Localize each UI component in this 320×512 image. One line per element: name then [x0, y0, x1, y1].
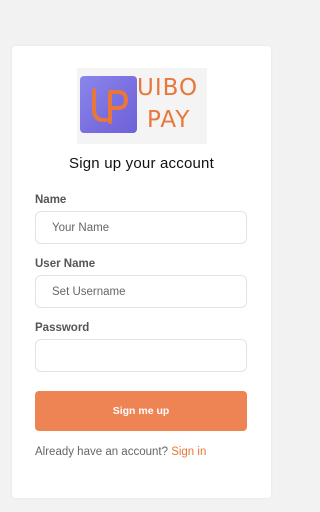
logo-text-pay: PAY — [147, 107, 191, 133]
page-title: Sign up your account — [69, 155, 214, 172]
name-field[interactable] — [35, 211, 247, 244]
sign-me-up-button[interactable]: Sign me up — [35, 391, 247, 431]
signup-card: UIBO PAY Sign up your account Name User … — [12, 46, 271, 498]
username-label: User Name — [35, 258, 96, 270]
signin-prompt: Already have an account? Sign in — [35, 446, 206, 458]
logo-text-uibo: UIBO — [137, 75, 199, 101]
signin-prompt-text: Already have an account? — [35, 446, 168, 458]
name-label: Name — [35, 194, 67, 206]
sign-in-link[interactable]: Sign in — [171, 446, 206, 458]
password-label: Password — [35, 322, 90, 334]
username-field[interactable] — [35, 275, 247, 308]
uibo-pay-logo: UIBO PAY — [77, 68, 207, 144]
up-logo-icon — [80, 76, 137, 133]
password-field[interactable] — [35, 339, 247, 372]
